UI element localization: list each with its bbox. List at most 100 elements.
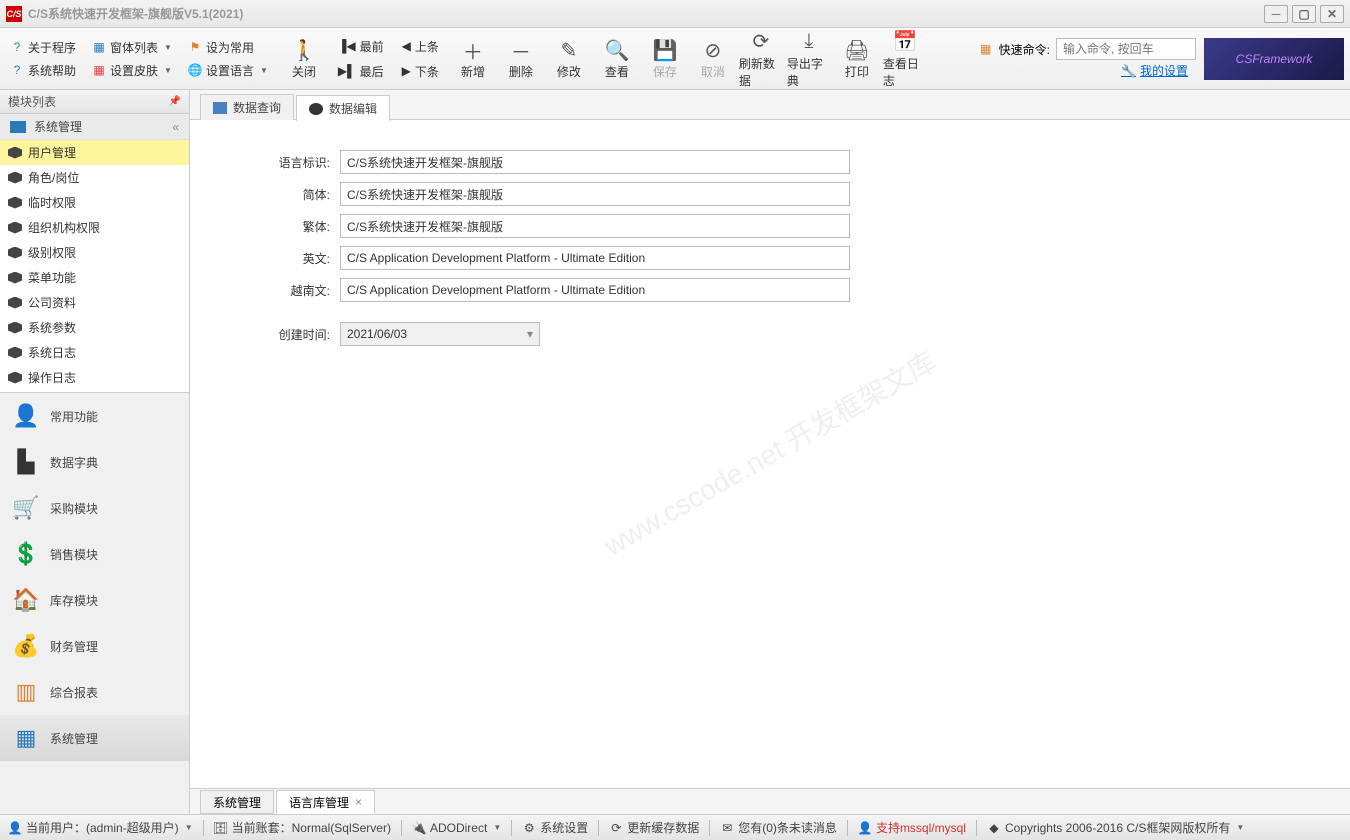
status-cache[interactable]: ⟳更新缓存数据 [609,819,699,836]
plug-icon: 🔌 [412,821,426,835]
doc-tab-1[interactable]: 语言库管理× [276,790,375,814]
cube-icon [8,297,22,309]
tree-item-9[interactable]: 操作日志 [0,365,189,390]
print-button[interactable]: 🖨打印 [833,27,881,91]
input-english[interactable] [340,246,850,270]
dropdown-icon: ▾ [527,327,533,341]
nav-first-button[interactable]: ▐◀最前 [334,36,388,57]
sidebar: 模块列表 📌 系统管理 « 用户管理角色/岗位临时权限组织机构权限级别权限菜单功… [0,90,190,814]
language-button[interactable]: 🌐设置语言▼ [184,60,272,81]
view-icon: 🔍 [604,37,630,63]
windows-icon: ▦ [92,40,106,54]
close-tab-icon[interactable]: × [355,795,362,809]
skin-button[interactable]: ▦设置皮肤▼ [88,60,176,81]
edit-icon: ✎ [556,37,582,63]
close-window-button[interactable]: 🚶 关闭 [280,35,328,82]
cube-icon [8,347,22,359]
sidebar-header: 模块列表 📌 [0,90,189,114]
nav-prev-button[interactable]: ◀上条 [398,36,443,57]
content-area: 数据查询 数据编辑 语言标识: 简体: 繁体: 英文: [190,90,1350,814]
module-3[interactable]: 💲销售模块 [0,531,189,577]
module-icon: ▙ [12,448,40,476]
help-button[interactable]: ?系统帮助 [6,60,80,81]
dropdown-icon: ▼ [260,66,268,75]
module-7[interactable]: ▦系统管理 [0,715,189,761]
my-settings-link[interactable]: 🔧 我的设置 [1121,62,1188,79]
form-area: 语言标识: 简体: 繁体: 英文: 越南文: 创建时间: [190,120,1350,788]
module-4[interactable]: 🏠库存模块 [0,577,189,623]
save-icon: 💾 [652,37,678,63]
tab-data-query[interactable]: 数据查询 [200,94,294,120]
tree-item-3[interactable]: 组织机构权限 [0,215,189,240]
status-settings[interactable]: ⚙系统设置 [522,819,588,836]
window-list-button[interactable]: ▦窗体列表▼ [88,37,176,58]
close-button[interactable]: ✕ [1320,5,1344,23]
input-vietnamese[interactable] [340,278,850,302]
maximize-button[interactable]: ▢ [1292,5,1316,23]
globe-icon: 🌐 [188,63,202,77]
status-account: 🗄当前账套：Normal(SqlServer) [214,819,391,836]
sidebar-category-header[interactable]: 系统管理 « [0,114,189,140]
about-button[interactable]: ?关于程序 [6,37,80,58]
module-5[interactable]: 💰财务管理 [0,623,189,669]
label-lang-id: 语言标识: [250,154,330,171]
minimize-button[interactable]: ─ [1264,5,1288,23]
dropdown-icon: ▼ [164,66,172,75]
cube-icon [8,272,22,284]
status-user[interactable]: 👤当前用户：(admin-超级用户)▼ [8,819,193,836]
cube-icon [8,147,22,159]
log-button[interactable]: 📅查看日志 [881,27,929,91]
label-created: 创建时间: [250,326,330,343]
brand-logo: CSFramework [1204,38,1344,80]
nav-next-button[interactable]: ▶下条 [398,61,443,82]
add-button[interactable]: ＋新增 [449,27,497,91]
set-default-button[interactable]: ⚑设为常用 [184,37,272,58]
titlebar: C/S C/S系统快速开发框架-旗舰版V5.1(2021) ─ ▢ ✕ [0,0,1350,28]
tree-item-2[interactable]: 临时权限 [0,190,189,215]
cube-icon [8,172,22,184]
cube-icon [8,222,22,234]
cube-icon: ◆ [987,821,1001,835]
cube-icon [8,322,22,334]
status-ado[interactable]: 🔌ADODirect▼ [412,821,501,835]
app-icon: C/S [6,6,22,22]
quick-command-input[interactable] [1056,38,1196,60]
label-traditional: 繁体: [250,218,330,235]
person-icon: 👤 [858,821,872,835]
category-icon [10,121,26,133]
tree-item-5[interactable]: 菜单功能 [0,265,189,290]
user-icon: 👤 [8,821,22,835]
module-2[interactable]: 🛒采购模块 [0,485,189,531]
module-1[interactable]: ▙数据字典 [0,439,189,485]
content-tabs: 数据查询 数据编辑 [190,90,1350,120]
tree-item-8[interactable]: 系统日志 [0,340,189,365]
tab-data-edit[interactable]: 数据编辑 [296,95,390,121]
status-messages[interactable]: ✉您有(0)条未读消息 [720,819,837,836]
tree-item-7[interactable]: 系统参数 [0,315,189,340]
module-0[interactable]: 👤常用功能 [0,393,189,439]
first-icon: ▐◀ [338,39,356,53]
tree-item-4[interactable]: 级别权限 [0,240,189,265]
tree-item-1[interactable]: 角色/岗位 [0,165,189,190]
pin-icon[interactable]: 📌 [169,96,181,107]
edit-button[interactable]: ✎修改 [545,27,593,91]
view-button[interactable]: 🔍查看 [593,27,641,91]
tree-item-0[interactable]: 用户管理 [0,140,189,165]
main-toolbar: ?关于程序 ?系统帮助 ▦窗体列表▼ ▦设置皮肤▼ ⚑设为常用 🌐设置语言▼ 🚶… [0,28,1350,90]
doc-tab-0[interactable]: 系统管理 [200,790,274,814]
module-6[interactable]: ▥综合报表 [0,669,189,715]
help-icon: ? [10,63,24,77]
delete-button[interactable]: －删除 [497,27,545,91]
window-title: C/S系统快速开发框架-旗舰版V5.1(2021) [28,5,1264,22]
input-created-date[interactable]: 2021/06/03 ▾ [340,322,540,346]
watermark: www.cscode.net 开发框架文库 [596,343,943,566]
input-simplified[interactable] [340,182,850,206]
export-button[interactable]: ⤓导出字典 [785,27,833,91]
tree-item-6[interactable]: 公司资料 [0,290,189,315]
nav-last-button[interactable]: ▶▌最后 [334,61,388,82]
input-traditional[interactable] [340,214,850,238]
grid-icon [213,102,227,114]
label-english: 英文: [250,250,330,267]
refresh-button[interactable]: ⟳刷新数据 [737,27,785,91]
input-lang-id[interactable] [340,150,850,174]
